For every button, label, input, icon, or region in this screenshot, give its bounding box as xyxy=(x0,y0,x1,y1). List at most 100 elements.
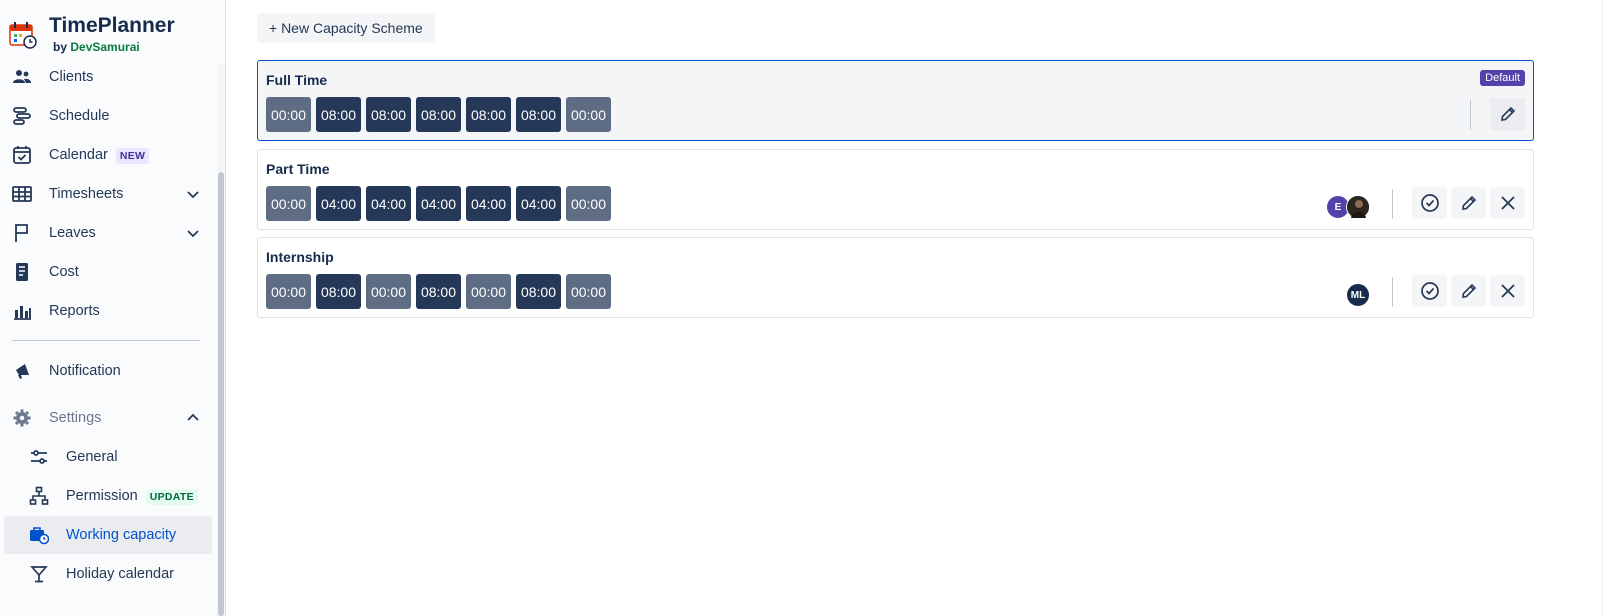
sidebar-item-notification[interactable]: Notification xyxy=(4,352,212,390)
day-capacity: 00:00 xyxy=(566,186,611,221)
table-grid-icon xyxy=(12,184,32,204)
update-badge: UPDATE xyxy=(145,489,198,505)
chevron-down-icon[interactable] xyxy=(186,187,200,201)
sidebar-item-text: Calendar xyxy=(49,147,108,163)
users-icon xyxy=(12,67,32,87)
sidebar-item-permission[interactable]: Permission UPDATE xyxy=(4,477,212,515)
calendar-clock-logo-icon xyxy=(9,22,37,49)
sidebar-item-reports[interactable]: Reports xyxy=(4,292,212,330)
default-badge: Default xyxy=(1480,70,1525,86)
main-content: + New Capacity Scheme Full Time Default … xyxy=(226,0,1609,616)
capacity-scheme-card[interactable]: Full Time Default 00:00 08:00 08:00 08:0… xyxy=(257,60,1534,141)
day-capacity: 04:00 xyxy=(316,186,361,221)
sidebar-divider xyxy=(12,340,200,341)
avatar[interactable]: ML xyxy=(1346,283,1370,307)
day-capacity: 08:00 xyxy=(316,97,361,132)
day-capacity: 04:00 xyxy=(416,186,461,221)
day-capacity: 00:00 xyxy=(366,274,411,309)
sidebar-item-label: Leaves xyxy=(49,225,96,241)
sidebar-item-label: Cost xyxy=(49,264,79,280)
day-capacity: 08:00 xyxy=(516,274,561,309)
sidebar-item-label: Working capacity xyxy=(66,527,177,543)
action-separator xyxy=(1392,277,1393,307)
sidebar-item-label: Notification xyxy=(49,363,121,379)
day-capacity: 08:00 xyxy=(416,274,461,309)
sidebar: TimePlanner by DevSamurai Clients Schedu… xyxy=(0,0,226,616)
delete-button[interactable] xyxy=(1490,187,1525,219)
chevron-down-icon[interactable] xyxy=(186,226,200,240)
close-icon xyxy=(1500,284,1515,298)
set-default-button[interactable] xyxy=(1412,275,1447,307)
pencil-icon xyxy=(1461,195,1476,210)
day-capacity: 08:00 xyxy=(466,97,511,132)
receipt-icon xyxy=(12,262,32,282)
day-capacity: 00:00 xyxy=(266,97,311,132)
org-chart-icon xyxy=(29,486,49,506)
sidebar-item-label: Settings xyxy=(49,410,102,426)
new-capacity-scheme-button[interactable]: + New Capacity Scheme xyxy=(257,13,435,43)
day-capacity: 08:00 xyxy=(316,274,361,309)
app-byline: by DevSamurai xyxy=(53,40,140,54)
sidebar-item-label: Schedule xyxy=(49,108,110,124)
edit-button[interactable] xyxy=(1490,98,1525,130)
sidebar-item-text: Permission xyxy=(66,488,138,504)
day-capacity: 00:00 xyxy=(566,274,611,309)
sidebar-item-label: Permission UPDATE xyxy=(66,488,198,505)
scheme-name: Part Time xyxy=(266,161,330,177)
scheme-actions xyxy=(1412,275,1525,307)
scheme-days: 00:00 08:00 08:00 08:00 08:00 08:00 00:0… xyxy=(266,97,611,132)
scheme-actions xyxy=(1412,187,1525,219)
scheme-days: 00:00 08:00 00:00 08:00 00:00 08:00 00:0… xyxy=(266,274,611,309)
scheme-name: Internship xyxy=(266,249,334,265)
sidebar-item-schedule[interactable]: Schedule xyxy=(4,97,212,135)
day-capacity: 04:00 xyxy=(516,186,561,221)
set-default-button[interactable] xyxy=(1412,187,1447,219)
sidebar-item-cost[interactable]: Cost xyxy=(4,253,212,291)
pencil-icon xyxy=(1500,106,1515,121)
sidebar-item-label: General xyxy=(66,449,118,465)
sidebar-item-calendar[interactable]: Calendar NEW xyxy=(4,136,212,174)
byline-company: DevSamurai xyxy=(70,40,140,54)
schedule-icon xyxy=(12,106,32,126)
sidebar-item-general[interactable]: General xyxy=(4,438,212,476)
day-capacity: 08:00 xyxy=(366,97,411,132)
person-photo-icon xyxy=(1347,196,1369,218)
new-badge: NEW xyxy=(115,148,150,164)
chevron-up-icon[interactable] xyxy=(186,411,200,425)
scheme-days: 00:00 04:00 04:00 04:00 04:00 04:00 00:0… xyxy=(266,186,611,221)
edit-button[interactable] xyxy=(1451,275,1486,307)
action-separator xyxy=(1392,189,1393,219)
edit-button[interactable] xyxy=(1451,187,1486,219)
action-separator xyxy=(1470,100,1471,130)
day-capacity: 00:00 xyxy=(266,274,311,309)
sidebar-item-working-capacity[interactable]: Working capacity xyxy=(4,516,212,554)
app-title: TimePlanner xyxy=(49,14,175,37)
sidebar-item-timesheets[interactable]: Timesheets xyxy=(4,175,212,213)
day-capacity: 04:00 xyxy=(366,186,411,221)
day-capacity: 08:00 xyxy=(516,97,561,132)
capacity-scheme-card[interactable]: Internship 00:00 08:00 00:00 08:00 00:00… xyxy=(257,237,1534,318)
delete-button[interactable] xyxy=(1490,275,1525,307)
sidebar-item-clients[interactable]: Clients xyxy=(4,58,212,96)
check-circle-icon xyxy=(1420,194,1439,212)
sidebar-item-settings[interactable]: Settings xyxy=(4,399,212,437)
day-capacity: 04:00 xyxy=(466,186,511,221)
day-capacity: 00:00 xyxy=(566,97,611,132)
sidebar-item-label: Clients xyxy=(49,69,94,85)
bar-chart-icon xyxy=(12,301,32,321)
brand[interactable]: TimePlanner by DevSamurai xyxy=(8,14,175,60)
sliders-icon xyxy=(29,447,49,467)
avatar-photo[interactable] xyxy=(1346,195,1370,219)
page-scrollbar[interactable] xyxy=(1602,0,1609,616)
sidebar-item-label: Holiday calendar xyxy=(66,566,175,582)
day-capacity: 00:00 xyxy=(466,274,511,309)
gear-icon xyxy=(12,408,32,428)
capacity-scheme-card[interactable]: Part Time 00:00 04:00 04:00 04:00 04:00 … xyxy=(257,149,1534,230)
scheme-name: Full Time xyxy=(266,72,328,88)
flag-icon xyxy=(12,223,32,243)
close-icon xyxy=(1500,196,1515,210)
sidebar-item-leaves[interactable]: Leaves xyxy=(4,214,212,252)
byline-prefix: by xyxy=(53,40,68,54)
sidebar-scrollbar-thumb[interactable] xyxy=(218,172,224,616)
sidebar-item-holiday-calendar[interactable]: Holiday calendar xyxy=(4,555,212,593)
